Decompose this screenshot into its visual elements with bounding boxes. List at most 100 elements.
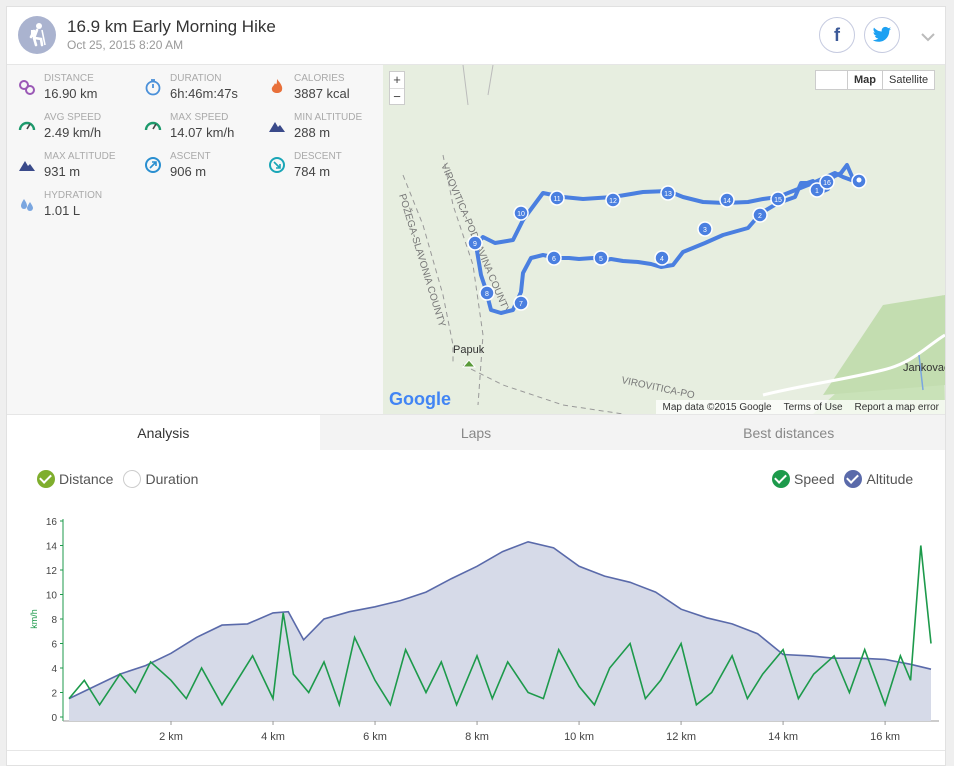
route-marker-label: 6 [552, 256, 556, 263]
stopwatch-icon [145, 79, 161, 96]
analysis-tabs: Analysis Laps Best distances [7, 414, 946, 450]
stat-avg-speed: AVG SPEED 2.49 km/h [18, 112, 128, 146]
report-map-error-link[interactable]: Report a map error [849, 402, 945, 413]
stat-distance: DISTANCE 16.90 km [18, 73, 128, 107]
tab-analysis[interactable]: Analysis [7, 414, 320, 450]
stat-label: HYDRATION [44, 190, 103, 201]
map-type-satellite-button[interactable]: Satellite [883, 71, 934, 89]
stat-hydration: HYDRATION 1.01 L [18, 190, 128, 224]
route-start-pin-icon[interactable] [851, 173, 867, 189]
checkmark-icon[interactable] [772, 470, 790, 488]
x-axis-options: Distance Duration [37, 469, 208, 489]
stat-value: 16.90 km [44, 86, 98, 101]
stat-label: MIN ALTITUDE [294, 112, 363, 123]
hiker-icon [29, 23, 46, 47]
route-map[interactable]: VIROVITICA-PODRAVINA COUNTY POŽEGA-SLAVO… [383, 65, 945, 414]
route-marker-label: 16 [823, 180, 831, 187]
option-altitude[interactable]: Altitude [844, 470, 913, 488]
stat-label: DESCENT [294, 151, 342, 162]
y-tick-label: 6 [51, 640, 57, 651]
stat-label: MAX ALTITUDE [44, 151, 116, 162]
facebook-share-button[interactable]: f [819, 17, 855, 53]
stat-label: CALORIES [294, 73, 345, 84]
zoom-out-button[interactable]: − [390, 88, 404, 104]
terms-of-use-link[interactable]: Terms of Use [778, 402, 849, 413]
route-marker-11[interactable]: 11 [549, 190, 565, 206]
tab-best-distances[interactable]: Best distances [632, 414, 946, 450]
tab-laps[interactable]: Laps [319, 414, 633, 450]
map-type-map-button[interactable]: Map [848, 71, 883, 89]
route-marker-label: 12 [609, 198, 617, 205]
route-marker-9[interactable]: 9 [467, 235, 483, 251]
y-tick-label: 12 [46, 566, 58, 577]
zoom-in-button[interactable]: + [390, 72, 404, 88]
route-marker-label: 10 [517, 211, 525, 218]
twitter-share-button[interactable] [864, 17, 900, 53]
y-tick-label: 8 [51, 615, 57, 626]
activity-date: Oct 25, 2015 8:20 AM [67, 38, 184, 52]
stat-label: DURATION [170, 73, 222, 84]
ascent-icon [145, 157, 161, 173]
option-distance[interactable]: Distance [37, 470, 113, 488]
route-marker-5[interactable]: 5 [593, 250, 609, 266]
bottom-divider [7, 750, 945, 751]
route-marker-label: 5 [599, 256, 603, 263]
route-marker-7[interactable]: 7 [513, 295, 529, 311]
option-label: Distance [59, 471, 114, 487]
route-marker-4[interactable]: 4 [654, 250, 670, 266]
route-marker-6[interactable]: 6 [546, 250, 562, 266]
option-label: Speed [794, 471, 835, 487]
stat-value: 6h:46m:47s [170, 86, 238, 101]
x-tick-label: 12 km [666, 731, 696, 743]
route-marker-label: 15 [774, 197, 782, 204]
stat-max-altitude: MAX ALTITUDE 931 m [18, 151, 128, 185]
activity-card: 16.9 km Early Morning Hike Oct 25, 2015 … [6, 6, 946, 766]
stat-value: 14.07 km/h [170, 125, 235, 140]
x-tick-label: 16 km [870, 731, 900, 743]
unchecked-circle-icon[interactable] [123, 470, 142, 488]
twitter-icon [872, 26, 892, 42]
route-marker-8[interactable]: 8 [479, 285, 495, 301]
hiker-avatar [18, 16, 56, 54]
option-speed[interactable]: Speed [772, 470, 834, 488]
stat-value: 906 m [170, 164, 207, 179]
speedometer-icon [18, 121, 36, 131]
y-tick-label: 2 [51, 689, 57, 700]
stats-panel: DISTANCE 16.90 km DURATION 6h:46m:47s CALORI… [7, 65, 383, 414]
route-marker-label: 14 [723, 198, 731, 205]
y-tick-label: 16 [46, 517, 58, 528]
checkmark-icon[interactable] [844, 470, 863, 488]
fullscreen-button[interactable] [816, 71, 848, 89]
flame-icon [271, 79, 283, 93]
mountain-icon [269, 122, 285, 132]
route-marker-15[interactable]: 15 [770, 191, 786, 207]
y-tick-label: 14 [46, 542, 58, 553]
map-data-attribution: Map data ©2015 Google [662, 401, 772, 413]
activity-header: 16.9 km Early Morning Hike Oct 25, 2015 … [7, 7, 945, 65]
chevron-down-icon [921, 33, 935, 42]
x-tick-label: 4 km [261, 731, 285, 743]
route-marker-12[interactable]: 12 [605, 192, 621, 208]
y-tick-label: 10 [46, 591, 58, 602]
x-tick-label: 6 km [363, 731, 387, 743]
expand-chevron-button[interactable] [921, 29, 935, 47]
route-marker-label: 4 [660, 256, 664, 263]
option-duration[interactable]: Duration [123, 470, 198, 488]
map-type-control: Map Satellite [815, 70, 936, 90]
stat-label: MAX SPEED [170, 112, 229, 123]
route-marker-13[interactable]: 13 [660, 185, 676, 201]
route-marker-2[interactable]: 2 [752, 207, 768, 223]
route-marker-14[interactable]: 14 [719, 192, 735, 208]
x-tick-label: 14 km [768, 731, 798, 743]
route-marker-10[interactable]: 10 [513, 205, 529, 221]
route-marker-3[interactable]: 3 [697, 221, 713, 237]
stat-max-speed: MAX SPEED 14.07 km/h [144, 112, 254, 146]
speedometer-icon [144, 121, 162, 131]
stat-value: 2.49 km/h [44, 125, 102, 140]
stat-ascent: ASCENT 906 m [144, 151, 254, 185]
stat-label: ASCENT [170, 151, 211, 162]
x-tick-label: 2 km [159, 731, 183, 743]
checkmark-icon[interactable] [37, 470, 55, 488]
route-marker-16[interactable]: 16 [819, 174, 835, 190]
stat-min-altitude: MIN ALTITUDE 288 m [268, 112, 378, 146]
